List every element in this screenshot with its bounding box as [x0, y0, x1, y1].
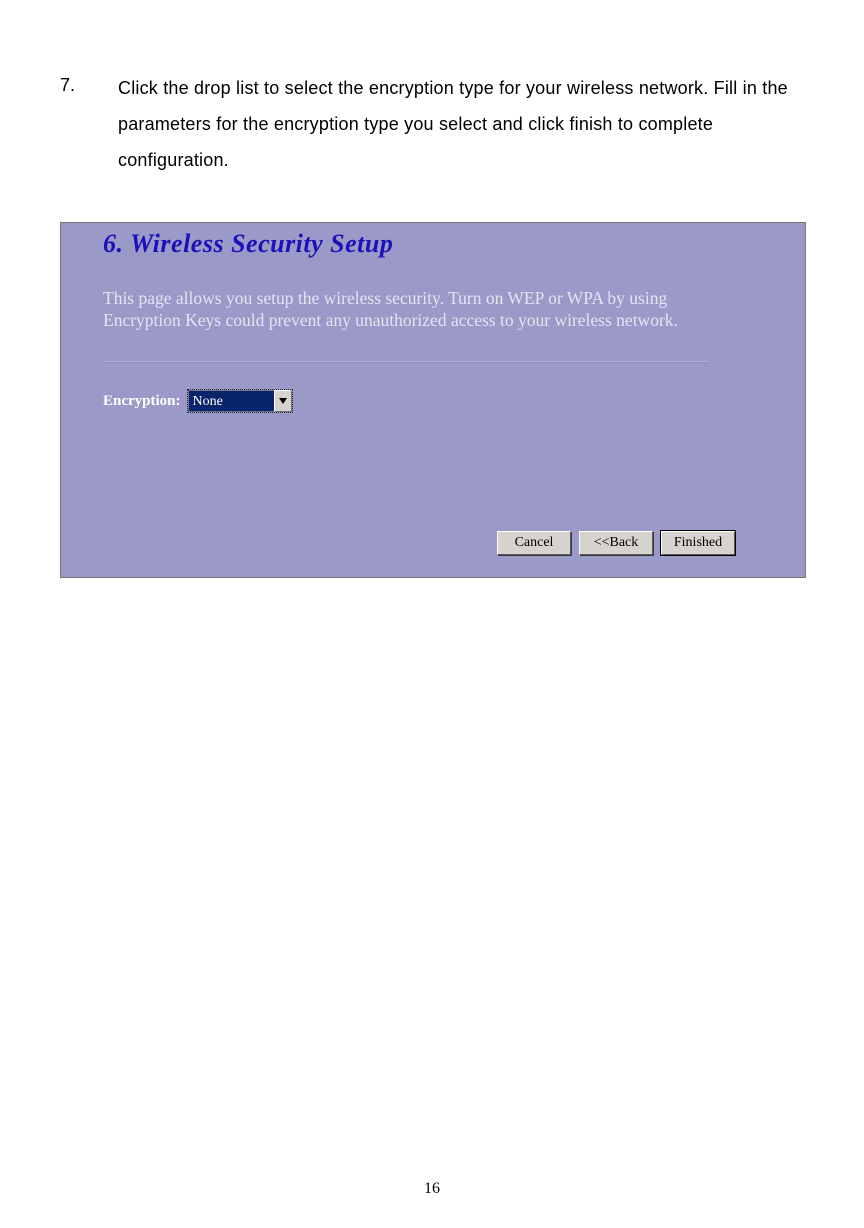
instruction-block: 7. Click the drop list to select the enc…: [60, 70, 806, 178]
finished-button[interactable]: Finished: [661, 531, 735, 555]
instruction-text: Click the drop list to select the encryp…: [118, 70, 806, 178]
panel-divider: [103, 361, 707, 363]
page-number: 16: [0, 1180, 864, 1198]
panel-title: 6. Wireless Security Setup: [103, 229, 393, 259]
encryption-label: Encryption:: [103, 393, 181, 410]
encryption-row: Encryption: None: [103, 389, 293, 413]
cancel-button[interactable]: Cancel: [497, 531, 571, 555]
wireless-security-panel: 6. Wireless Security Setup This page all…: [60, 222, 806, 578]
back-button[interactable]: <<Back: [579, 531, 653, 555]
chevron-down-icon[interactable]: [274, 390, 292, 412]
instruction-number: 7.: [60, 70, 75, 100]
panel-description: This page allows you setup the wireless …: [103, 287, 713, 331]
button-row: Cancel <<Back Finished: [497, 531, 735, 555]
page-root: 7. Click the drop list to select the enc…: [0, 0, 864, 1228]
encryption-value: None: [188, 390, 274, 412]
encryption-dropdown[interactable]: None: [187, 389, 293, 413]
